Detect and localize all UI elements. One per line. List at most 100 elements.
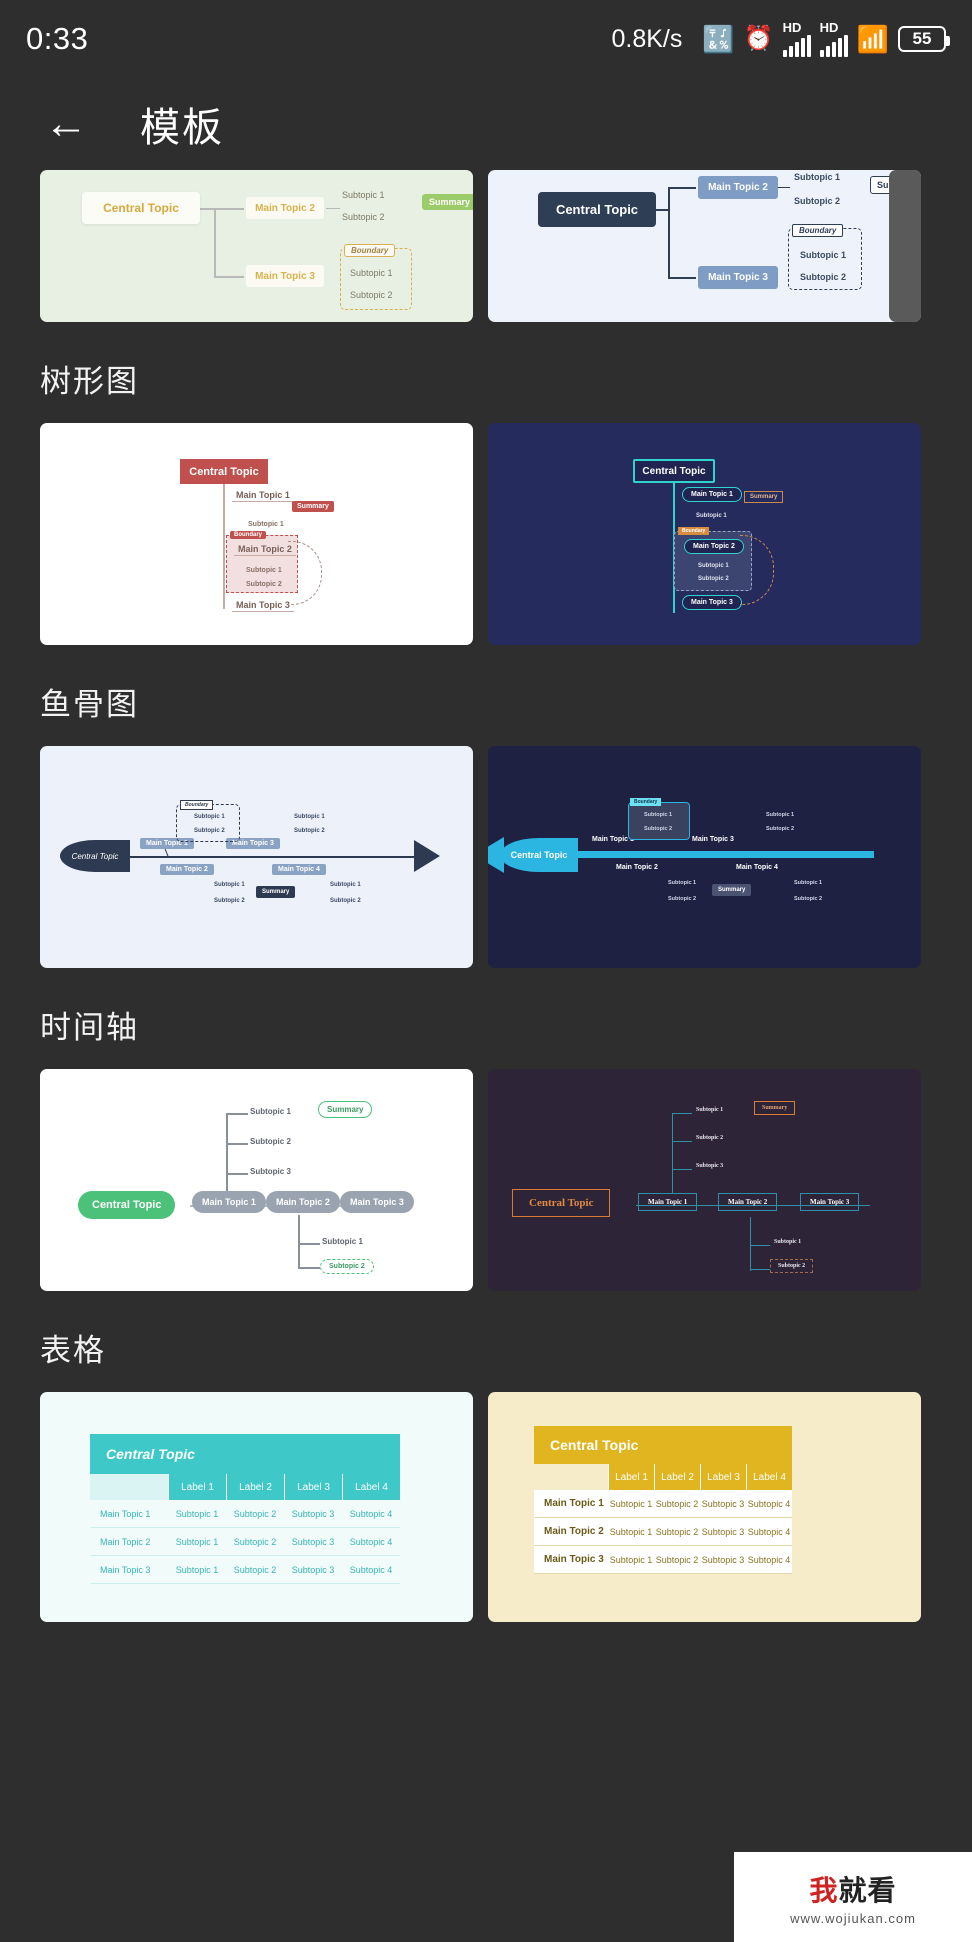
- node-subtopic: Subtopic 2: [320, 1259, 374, 1274]
- status-clock: 0:33: [26, 21, 89, 56]
- section-table: Central Topic Label 1 Label 2 Label 3 La…: [0, 1392, 972, 1622]
- table-row-header: Main Topic 1: [90, 1500, 168, 1528]
- node-subtopic: Subtopic 2: [770, 1259, 814, 1273]
- node-main-topic: Main Topic 1: [192, 1191, 266, 1213]
- table-row: Main Topic 3 Subtopic 1 Subtopic 2 Subto…: [534, 1546, 792, 1574]
- node-subtopic: Subtopic 2: [214, 898, 245, 904]
- node-subtopic: Subtopic 2: [194, 828, 225, 834]
- node-subtopic: Subtopic 1: [794, 172, 841, 182]
- battery-icon: 55: [898, 26, 950, 52]
- node-main-topic: Main Topic 3: [232, 599, 294, 612]
- watermark-brand: 我就看: [809, 1869, 896, 1909]
- table-title-cell: Central Topic: [534, 1426, 792, 1464]
- node-subtopic: Subtopic 2: [644, 826, 673, 832]
- node-subtopic: Subtopic 2: [250, 1137, 291, 1146]
- node-main-topic: Main Topic 2: [234, 543, 296, 556]
- status-icons: 0.8K/s 🔣 ⏰ HD HD 📶 55: [611, 21, 950, 57]
- table-cell: Subtopic 3: [700, 1490, 746, 1518]
- node-main-topic: Main Topic 3: [246, 265, 324, 287]
- template-card-mindmap-green[interactable]: Central Topic Main Topic 2 Main Topic 3 …: [40, 170, 473, 322]
- table-row: Main Topic 3 Subtopic 1 Subtopic 2 Subto…: [90, 1556, 400, 1584]
- node-main-topic: Main Topic 2: [684, 539, 744, 554]
- template-card-fishbone-light[interactable]: Central Topic Main Topic 1 Main Topic 3 …: [40, 746, 473, 968]
- table-row-header: Main Topic 1: [534, 1490, 608, 1518]
- node-main-topic: Main Topic 1: [638, 1193, 698, 1211]
- table-col-header: Label 4: [342, 1474, 400, 1500]
- node-subtopic: Subtopic 1: [294, 814, 325, 820]
- table-col-header: Label 4: [746, 1464, 792, 1490]
- section-header-fishbone: 鱼骨图: [40, 687, 139, 722]
- table-row-header: Main Topic 3: [90, 1556, 168, 1584]
- node-summary: Summary: [712, 884, 752, 896]
- node-subtopic: Subtopic 2: [698, 576, 729, 582]
- node-summary: Summary: [744, 491, 784, 503]
- node-subtopic: Subtopic 1: [248, 521, 284, 528]
- template-scroll-list[interactable]: Central Topic Main Topic 2 Main Topic 3 …: [0, 170, 972, 1942]
- node-central-topic: Central Topic: [538, 192, 656, 227]
- template-card-fishbone-dark[interactable]: Central Topic Main Topic 1 Main Topic 3 …: [488, 746, 921, 968]
- node-subtopic: Subtopic 1: [668, 880, 697, 886]
- node-subtopic: Subtopic 1: [794, 880, 823, 886]
- table-cell: Subtopic 2: [654, 1518, 700, 1546]
- node-subtopic: Subtopic 1: [644, 812, 673, 818]
- table-col-header: Label 1: [608, 1464, 654, 1490]
- section-timeline: Central Topic Main Topic 1 Main Topic 2 …: [0, 1069, 972, 1291]
- watermark-brand-prefix: 我: [809, 1874, 839, 1906]
- node-main-topic: Main Topic 3: [800, 1193, 860, 1211]
- template-card-timeline-light[interactable]: Central Topic Main Topic 1 Main Topic 2 …: [40, 1069, 473, 1291]
- node-subtopic: Subtopic 2: [800, 272, 847, 282]
- table-cell: Subtopic 4: [342, 1500, 400, 1528]
- template-card-table-gold[interactable]: Central Topic Label 1 Label 2 Label 3 La…: [488, 1392, 921, 1622]
- template-card-tree-dark[interactable]: Central Topic Main Topic 1 Subtopic 1 Su…: [488, 423, 921, 645]
- section-mindmap-partial: Central Topic Main Topic 2 Main Topic 3 …: [0, 170, 972, 322]
- node-summary: Summary: [754, 1101, 796, 1115]
- node-subtopic: Subtopic 2: [696, 1135, 724, 1141]
- table-cell: Subtopic 1: [168, 1556, 226, 1584]
- node-boundary-label: Boundary: [344, 244, 396, 257]
- template-card-next-peek[interactable]: [889, 170, 921, 322]
- back-arrow-icon[interactable]: ←: [38, 96, 94, 152]
- node-boundary-label: Boundary: [678, 527, 710, 535]
- template-card-tree-light[interactable]: Central Topic Main Topic 1 Subtopic 1 Su…: [40, 423, 473, 645]
- template-card-timeline-dark[interactable]: Central Topic Main Topic 1 Main Topic 2 …: [488, 1069, 921, 1291]
- node-subtopic: Subtopic 1: [322, 1237, 363, 1246]
- section-header-timeline: 时间轴: [40, 1010, 139, 1045]
- network-speed-label: 0.8K/s: [611, 24, 683, 53]
- template-card-table-teal[interactable]: Central Topic Label 1 Label 2 Label 3 La…: [40, 1392, 473, 1622]
- app-bar: ← 模板: [0, 78, 972, 170]
- node-subtopic: Subtopic 1: [774, 1239, 802, 1245]
- table-cell: Subtopic 1: [608, 1518, 654, 1546]
- table-cell: Subtopic 1: [608, 1546, 654, 1574]
- table-cell: Subtopic 1: [608, 1490, 654, 1518]
- node-subtopic: Subtopic 2: [342, 212, 385, 222]
- node-subtopic: Subtopic 2: [350, 290, 393, 300]
- table-cell: Subtopic 4: [342, 1556, 400, 1584]
- node-summary: Summary: [292, 501, 334, 512]
- node-summary: Summary: [256, 886, 296, 898]
- table-row-header: Main Topic 3: [534, 1546, 608, 1574]
- template-card-mindmap-blue[interactable]: Central Topic Main Topic 2 Main Topic 3 …: [488, 170, 921, 322]
- app-screen: 0:33 0.8K/s 🔣 ⏰ HD HD 📶 55 ← 模板 Central …: [0, 0, 972, 1942]
- table-col-header: Label 2: [654, 1464, 700, 1490]
- node-subtopic: Subtopic 1: [342, 190, 385, 200]
- table-cell: Subtopic 1: [168, 1500, 226, 1528]
- node-central-topic: Central Topic: [512, 1189, 611, 1217]
- node-main-topic: Main Topic 2: [616, 864, 658, 871]
- table-cell: Subtopic 2: [226, 1528, 284, 1556]
- node-subtopic: Subtopic 2: [246, 581, 282, 588]
- node-central-topic: Central Topic: [180, 459, 268, 484]
- table-cell: Subtopic 1: [168, 1528, 226, 1556]
- node-summary: Summary: [318, 1101, 373, 1118]
- node-central-topic: Central Topic: [500, 838, 578, 872]
- node-main-topic: Main Topic 2: [246, 197, 324, 219]
- table-cell: Subtopic 2: [654, 1546, 700, 1574]
- table-col-header: Label 3: [284, 1474, 342, 1500]
- node-central-topic: Central Topic: [82, 192, 200, 224]
- node-main-topic: Main Topic 2: [718, 1193, 778, 1211]
- node-main-topic: Main Topic 3: [340, 1191, 414, 1213]
- node-subtopic: Subtopic 2: [766, 826, 795, 832]
- table-cell: Subtopic 3: [700, 1546, 746, 1574]
- section-fishbone: Central Topic Main Topic 1 Main Topic 3 …: [0, 746, 972, 968]
- node-summary: Summary: [422, 194, 473, 210]
- table-row-header: Main Topic 2: [534, 1518, 608, 1546]
